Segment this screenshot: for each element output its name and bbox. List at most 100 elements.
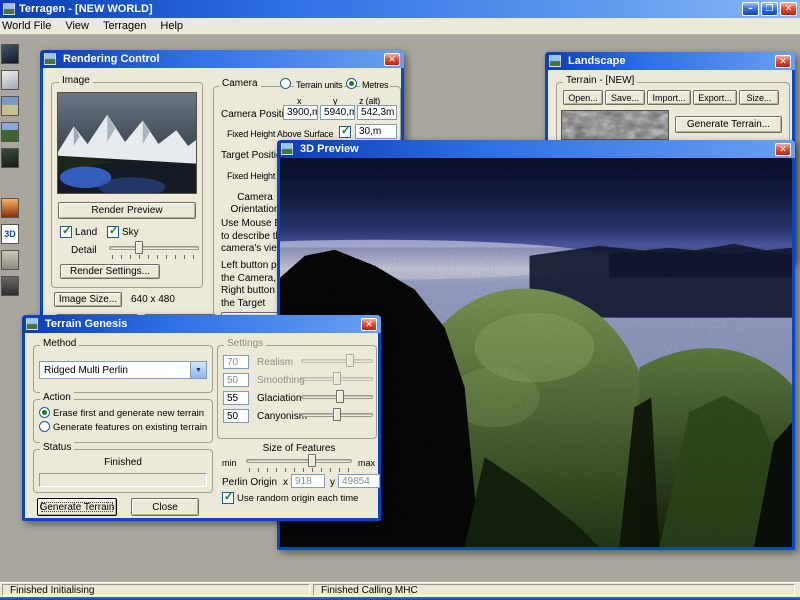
rendering-control-titlebar[interactable]: Rendering Control ✕ xyxy=(40,50,404,68)
import-button[interactable]: Import... xyxy=(647,90,691,105)
size-of-features-slider[interactable] xyxy=(246,453,352,469)
fixed-height-field[interactable]: 30,m xyxy=(355,124,397,139)
app-titlebar[interactable]: Terragen - [NEW WORLD] – ❐ ✕ xyxy=(0,0,800,18)
close-dialog-button[interactable]: Close xyxy=(131,498,199,516)
toolbar-thumb-7[interactable] xyxy=(1,250,19,270)
window-icon xyxy=(281,143,293,155)
perlin-x-field[interactable]: 918 xyxy=(291,474,325,488)
min-label: min xyxy=(222,458,237,468)
terrain-heightmap-thumbnail[interactable] xyxy=(561,110,669,140)
maximize-icon[interactable]: ❐ xyxy=(761,2,778,16)
statusbar-right: Finished Calling MHC xyxy=(313,584,795,596)
menu-terragen[interactable]: Terragen xyxy=(96,19,153,33)
realism-field[interactable]: 70 xyxy=(223,355,249,369)
render-preview-button[interactable]: Render Preview xyxy=(58,202,196,219)
glaciation-label: Glaciation xyxy=(257,393,301,404)
image-size-value: 640 x 480 xyxy=(131,294,175,305)
method-group-label: Method xyxy=(40,338,79,349)
glaciation-slider[interactable] xyxy=(301,389,373,405)
terrain-units-radio[interactable] xyxy=(280,78,291,89)
camera-x-field[interactable]: 3900,m xyxy=(283,105,318,120)
toolbar-thumb-2[interactable] xyxy=(1,70,19,90)
landscape-titlebar[interactable]: Landscape ✕ xyxy=(545,52,795,70)
canyonism-label: Canyonism xyxy=(257,411,307,422)
land-checkbox[interactable] xyxy=(60,226,72,238)
land-label: Land xyxy=(75,227,97,238)
status-value: Finished xyxy=(33,457,213,468)
fixed-height-checkbox[interactable] xyxy=(339,126,351,138)
camera-y-field[interactable]: 5940,m xyxy=(320,105,355,120)
open-button[interactable]: Open... xyxy=(563,90,603,105)
3d-preview-title: 3D Preview xyxy=(300,143,772,155)
window-icon xyxy=(26,318,38,330)
menu-world-file[interactable]: World File xyxy=(0,19,58,33)
perlin-x-label: x xyxy=(283,477,288,488)
app-icon xyxy=(3,3,15,15)
generate-terrain-button[interactable]: Generate Terrain... xyxy=(675,116,782,133)
statusbar-left: Finished Initialising xyxy=(2,584,310,596)
sky-checkbox[interactable] xyxy=(107,226,119,238)
toolbar-thumb-6[interactable] xyxy=(1,198,19,218)
menu-help[interactable]: Help xyxy=(153,19,190,33)
fixed-height-label: Fixed Height Above Surface xyxy=(227,129,333,139)
toolbar-thumb-3[interactable] xyxy=(1,96,19,116)
detail-label: Detail xyxy=(71,245,97,256)
render-preview-image[interactable] xyxy=(57,92,197,194)
random-origin-label: Use random origin each time xyxy=(237,493,358,504)
terrain-genesis-titlebar[interactable]: Terrain Genesis ✕ xyxy=(22,315,381,333)
landscape-title: Landscape xyxy=(568,55,772,67)
smoothing-field[interactable]: 50 xyxy=(223,373,249,387)
existing-features-radio[interactable] xyxy=(39,421,50,432)
size-button[interactable]: Size... xyxy=(739,90,779,105)
mdi-background: 3D Rendering Control ✕ Image xyxy=(0,35,800,583)
window-icon xyxy=(44,53,56,65)
camera-group-label: Camera xyxy=(219,78,261,89)
status-group-label: Status xyxy=(40,442,74,453)
settings-group-label: Settings xyxy=(224,338,266,349)
image-size-button[interactable]: Image Size... xyxy=(54,292,122,307)
realism-slider[interactable] xyxy=(301,353,373,369)
camera-z-field[interactable]: 542,3m xyxy=(357,105,397,120)
rendering-control-title: Rendering Control xyxy=(63,53,381,65)
metres-label: Metres xyxy=(360,80,390,90)
close-icon[interactable]: ✕ xyxy=(775,143,791,156)
perlin-origin-label: Perlin Origin xyxy=(222,477,277,488)
metres-radio[interactable] xyxy=(346,78,357,89)
existing-features-label: Generate features on existing terrain xyxy=(53,422,207,433)
detail-slider[interactable] xyxy=(109,240,199,256)
canyonism-field[interactable]: 50 xyxy=(223,409,249,423)
progress-bar xyxy=(39,473,207,487)
smoothing-label: Smoothing xyxy=(257,375,305,386)
render-settings-button[interactable]: Render Settings... xyxy=(60,264,160,279)
close-icon[interactable]: ✕ xyxy=(780,2,797,16)
save-button[interactable]: Save... xyxy=(605,90,645,105)
close-icon[interactable]: ✕ xyxy=(384,53,400,66)
toolbar-thumb-8[interactable] xyxy=(1,276,19,296)
generate-terrain-button[interactable]: Generate Terrain xyxy=(37,498,117,516)
close-icon[interactable]: ✕ xyxy=(361,318,377,331)
perlin-y-field[interactable]: 49854 xyxy=(338,474,380,488)
terrain-group-label: Terrain - [NEW] xyxy=(563,75,637,86)
chevron-down-icon[interactable]: ▼ xyxy=(190,362,206,378)
menu-view[interactable]: View xyxy=(58,19,96,33)
toolbar-thumb-5[interactable] xyxy=(1,148,19,168)
minimize-icon[interactable]: – xyxy=(742,2,759,16)
canyonism-slider[interactable] xyxy=(301,407,373,423)
erase-first-radio[interactable] xyxy=(39,407,50,418)
close-icon[interactable]: ✕ xyxy=(775,55,791,68)
toolbar-thumb-4[interactable] xyxy=(1,122,19,142)
export-button[interactable]: Export... xyxy=(693,90,737,105)
app-title: Terragen - [NEW WORLD] xyxy=(19,3,742,15)
smoothing-slider[interactable] xyxy=(301,371,373,387)
toolbar-thumb-1[interactable] xyxy=(1,44,19,64)
toolbar-thumb-3d[interactable]: 3D xyxy=(1,224,19,244)
terrain-genesis-title: Terrain Genesis xyxy=(45,318,358,330)
3d-preview-titlebar[interactable]: 3D Preview ✕ xyxy=(277,140,795,158)
statusbar: Finished Initialising Finished Calling M… xyxy=(0,582,800,597)
action-group-label: Action xyxy=(40,392,74,403)
method-dropdown[interactable]: Ridged Multi Perlin ▼ xyxy=(39,361,207,379)
window-icon xyxy=(549,55,561,67)
random-origin-checkbox[interactable] xyxy=(222,492,234,504)
generate-terrain-label: Generate Terrain xyxy=(40,502,115,513)
glaciation-field[interactable]: 55 xyxy=(223,391,249,405)
